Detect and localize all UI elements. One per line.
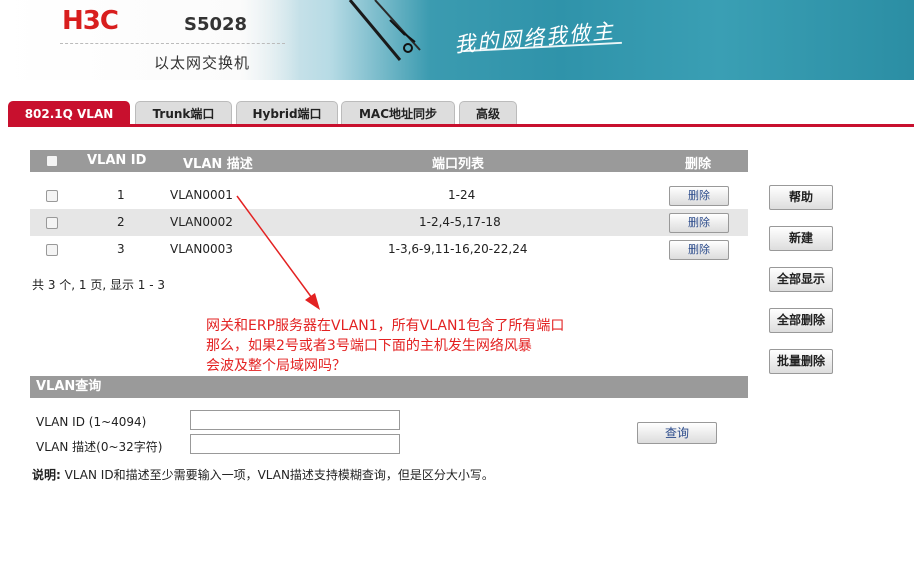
annotation-line-2: 那么，如果2号或者3号端口下面的主机发生网络风暴: [206, 338, 532, 354]
vlan-id-label: VLAN ID (1~4094): [36, 415, 147, 429]
vlan-query-header: VLAN查询: [30, 376, 748, 398]
vlan-desc-input[interactable]: [190, 434, 400, 454]
note-text: VLAN ID和描述至少需要输入一项，VLAN描述支持模糊查询，但是区分大小写。: [60, 468, 494, 482]
vlan-id-input[interactable]: [190, 410, 400, 430]
note-label: 说明:: [32, 468, 61, 482]
annotation-line-1: 网关和ERP服务器在VLAN1，所有VLAN1包含了所有端口: [206, 318, 565, 334]
query-note: 说明: VLAN ID和描述至少需要输入一项，VLAN描述支持模糊查询，但是区分…: [32, 466, 494, 483]
vlan-desc-label: VLAN 描述(0~32字符): [36, 440, 163, 454]
query-button[interactable]: 查询: [637, 422, 717, 444]
annotation-line-3: 会波及整个局域网吗？: [206, 358, 346, 374]
